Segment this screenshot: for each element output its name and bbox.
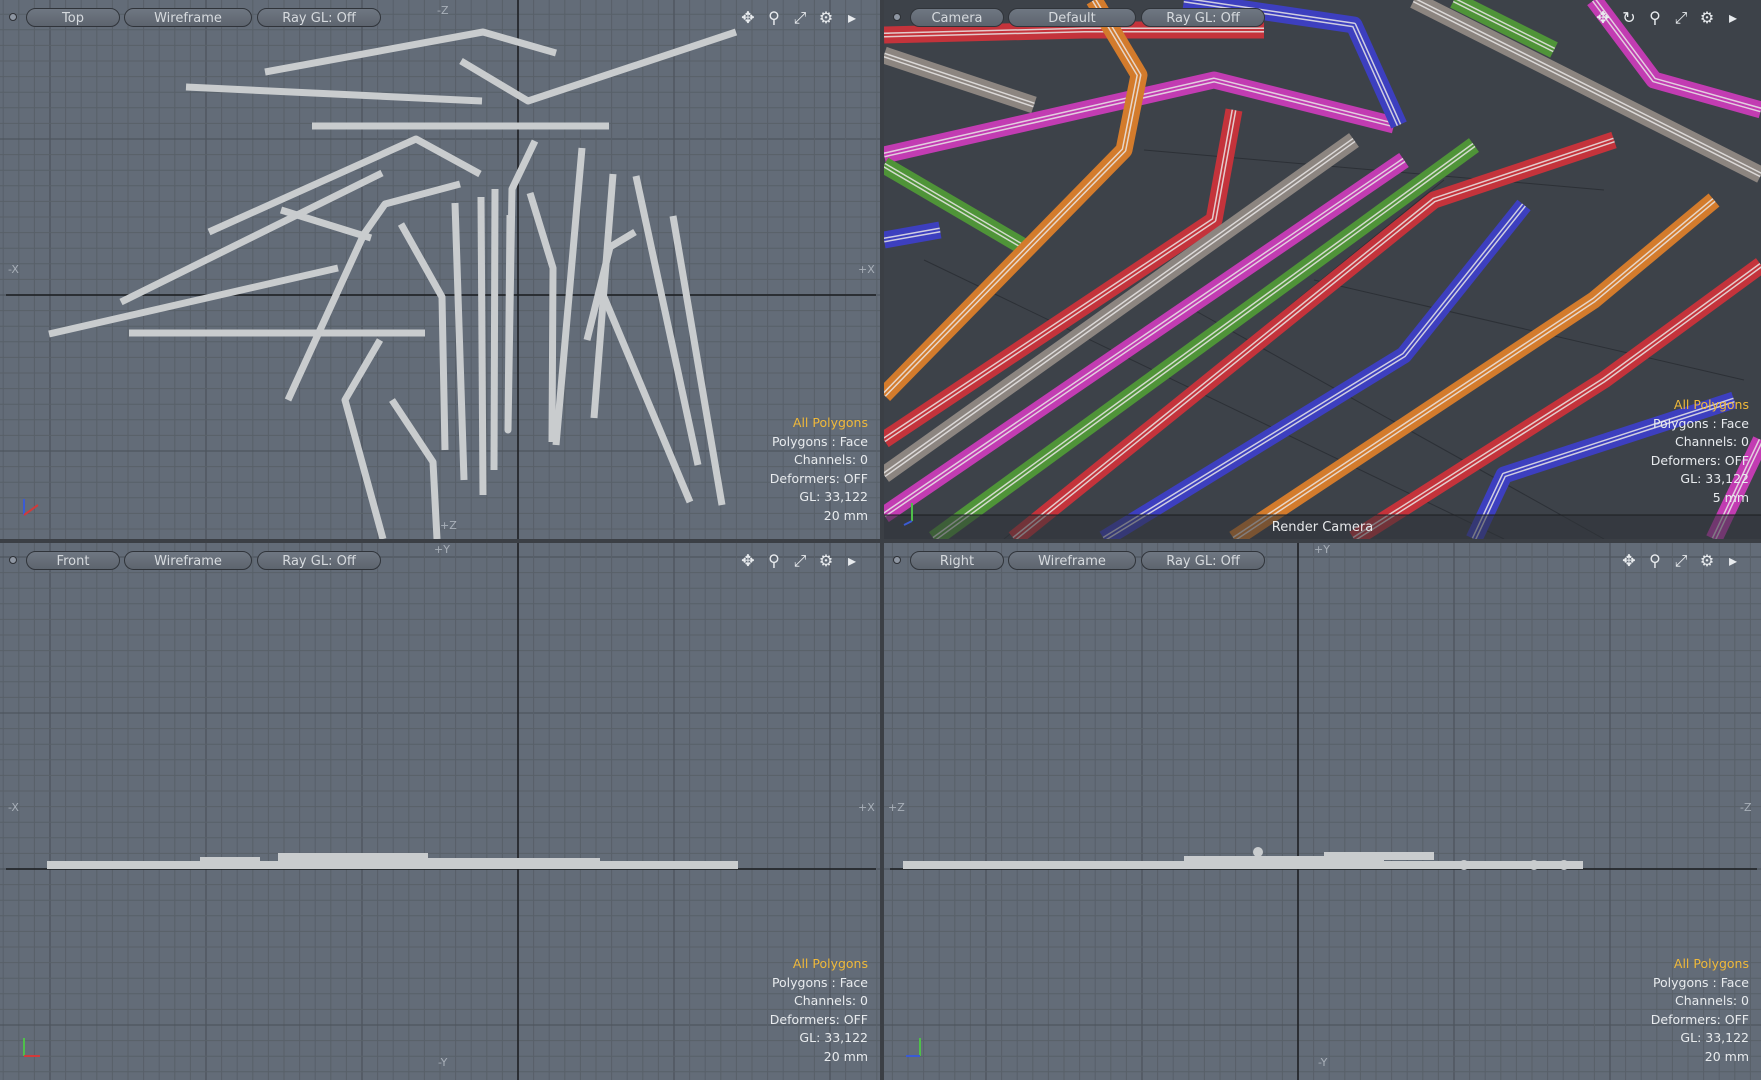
maximize-icon[interactable]: ⤢ [1671, 8, 1691, 28]
axis-label-right: +X [858, 801, 875, 814]
channels-text: Channels: 0 [1675, 434, 1749, 449]
render-camera-label: Render Camera [1271, 520, 1374, 535]
zoom-icon[interactable]: ⚲ [1645, 8, 1665, 28]
channels-text: Channels: 0 [794, 452, 868, 467]
viewport-toolbar: Front Wireframe Ray GL: Off ✥ ⚲ ⤢ ⚙ ▸ [0, 543, 880, 577]
viewport-tools: ✥ ⚲ ⤢ ⚙ ▸ [738, 8, 862, 28]
viewport-info: All Polygons Polygons : Face Channels: 0… [770, 955, 868, 1066]
zoom-icon[interactable]: ⚲ [764, 8, 784, 28]
viewport-info: All Polygons Polygons : Face Channels: 0… [1651, 396, 1749, 507]
gl-count-text: GL: 33,122 [1680, 471, 1749, 486]
viewport-top[interactable]: -X +X -Z +Z Top Wireframe Ray GL: Off ✥ … [0, 0, 880, 539]
viewport-toolbar: Top Wireframe Ray GL: Off ✥ ⚲ ⤢ ⚙ ▸ [0, 0, 880, 34]
viewport-info: All Polygons Polygons : Face Channels: 0… [1651, 955, 1749, 1066]
polygons-text: Polygons : Face [771, 433, 868, 449]
axis-label-bottom: -Y [438, 1056, 448, 1069]
viewport-tools: ✥ ↻ ⚲ ⤢ ⚙ ▸ [1593, 8, 1743, 28]
deformers-text: Deformers: OFF [769, 470, 868, 486]
zoom-icon[interactable]: ⚲ [764, 551, 784, 571]
deformers-text: Deformers: OFF [1650, 1011, 1749, 1027]
axis-label-left: +Z [888, 801, 905, 814]
viewport-tools: ✥ ⚲ ⤢ ⚙ ▸ [738, 551, 862, 571]
gl-count-text: GL: 33,122 [799, 489, 868, 504]
polygons-text: Polygons : Face [771, 974, 868, 990]
move-icon[interactable]: ✥ [738, 8, 758, 28]
deformers-text: Deformers: OFF [1650, 452, 1749, 468]
raygl-toggle-button[interactable]: Ray GL: Off [257, 8, 381, 27]
arrow-right-icon[interactable]: ▸ [1723, 551, 1743, 571]
maximize-icon[interactable]: ⤢ [790, 551, 810, 571]
axis-label-left: -X [8, 263, 19, 276]
axis-gizmo-icon [23, 1038, 40, 1057]
viewport-front[interactable]: -X +X +Y -Y Front Wireframe Ray GL: Off … [0, 543, 880, 1080]
viewport-tools: ✥ ⚲ ⤢ ⚙ ▸ [1619, 551, 1743, 571]
axis-label-left: -X [8, 801, 19, 814]
viewport-right[interactable]: +Z -Z +Y -Y Right Wireframe Ray GL: Off … [884, 543, 1761, 1080]
viewport-camera[interactable]: Render Camera Camera Default Ray GL: Off… [884, 0, 1761, 539]
axis-label-right: -Z [1740, 801, 1752, 814]
camera-view-canvas[interactable] [884, 0, 1761, 539]
maximize-icon[interactable]: ⤢ [790, 8, 810, 28]
polygons-text: Polygons : Face [1652, 415, 1749, 431]
raygl-toggle-button[interactable]: Ray GL: Off [1141, 551, 1265, 570]
grid-scale-text: 20 mm [1704, 1048, 1749, 1064]
gear-icon[interactable]: ⚙ [1697, 8, 1717, 28]
view-type-button[interactable]: Camera [910, 8, 1004, 27]
shading-mode-button[interactable]: Wireframe [124, 8, 252, 27]
gl-count-text: GL: 33,122 [1680, 1030, 1749, 1045]
viewport-toolbar: Camera Default Ray GL: Off ✥ ↻ ⚲ ⤢ ⚙ ▸ [884, 0, 1761, 34]
viewport-options-dot[interactable] [9, 13, 17, 21]
raygl-toggle-button[interactable]: Ray GL: Off [257, 551, 381, 570]
viewport-info: All Polygons Polygons : Face Channels: 0… [770, 414, 868, 525]
move-icon[interactable]: ✥ [1619, 551, 1639, 571]
deformers-text: Deformers: OFF [769, 1011, 868, 1027]
grid-scale-text: 5 mm [1712, 489, 1749, 505]
move-icon[interactable]: ✥ [1593, 8, 1613, 28]
axis-label-right: +X [858, 263, 875, 276]
arrow-right-icon[interactable]: ▸ [1723, 8, 1743, 28]
axis-gizmo-icon [906, 1038, 921, 1057]
view-type-button[interactable]: Top [26, 8, 120, 27]
arrow-right-icon[interactable]: ▸ [842, 8, 862, 28]
selection-mode-text[interactable]: All Polygons [770, 955, 868, 974]
shading-mode-button[interactable]: Default [1008, 8, 1136, 27]
maximize-icon[interactable]: ⤢ [1671, 551, 1691, 571]
axis-gizmo-icon [903, 503, 913, 526]
front-view-canvas[interactable] [0, 543, 880, 1080]
arrow-right-icon[interactable]: ▸ [842, 551, 862, 571]
viewport-options-dot[interactable] [9, 556, 17, 564]
polygons-text: Polygons : Face [1652, 974, 1749, 990]
viewport-options-dot[interactable] [893, 556, 901, 564]
right-view-canvas[interactable] [884, 543, 1761, 1080]
view-type-button[interactable]: Right [910, 551, 1004, 570]
zoom-icon[interactable]: ⚲ [1645, 551, 1665, 571]
gear-icon[interactable]: ⚙ [1697, 551, 1717, 571]
raygl-toggle-button[interactable]: Ray GL: Off [1141, 8, 1265, 27]
shading-mode-button[interactable]: Wireframe [124, 551, 252, 570]
top-view-canvas[interactable] [0, 0, 880, 539]
axis-gizmo-icon [23, 499, 39, 516]
selection-mode-text[interactable]: All Polygons [1651, 955, 1749, 974]
gl-count-text: GL: 33,122 [799, 1030, 868, 1045]
grid-scale-text: 20 mm [823, 1048, 868, 1064]
grid-scale-text: 20 mm [823, 507, 868, 523]
channels-text: Channels: 0 [794, 993, 868, 1008]
shading-mode-button[interactable]: Wireframe [1008, 551, 1136, 570]
selection-mode-text[interactable]: All Polygons [770, 414, 868, 433]
channels-text: Channels: 0 [1675, 993, 1749, 1008]
gear-icon[interactable]: ⚙ [816, 551, 836, 571]
move-icon[interactable]: ✥ [738, 551, 758, 571]
viewport-options-dot[interactable] [893, 13, 901, 21]
viewport-toolbar: Right Wireframe Ray GL: Off ✥ ⚲ ⤢ ⚙ ▸ [884, 543, 1761, 577]
view-type-button[interactable]: Front [26, 551, 120, 570]
selection-mode-text[interactable]: All Polygons [1651, 396, 1749, 415]
axis-label-bottom: +Z [440, 519, 457, 532]
rotate-icon[interactable]: ↻ [1619, 8, 1639, 28]
axis-label-bottom: -Y [1318, 1056, 1328, 1069]
gear-icon[interactable]: ⚙ [816, 8, 836, 28]
